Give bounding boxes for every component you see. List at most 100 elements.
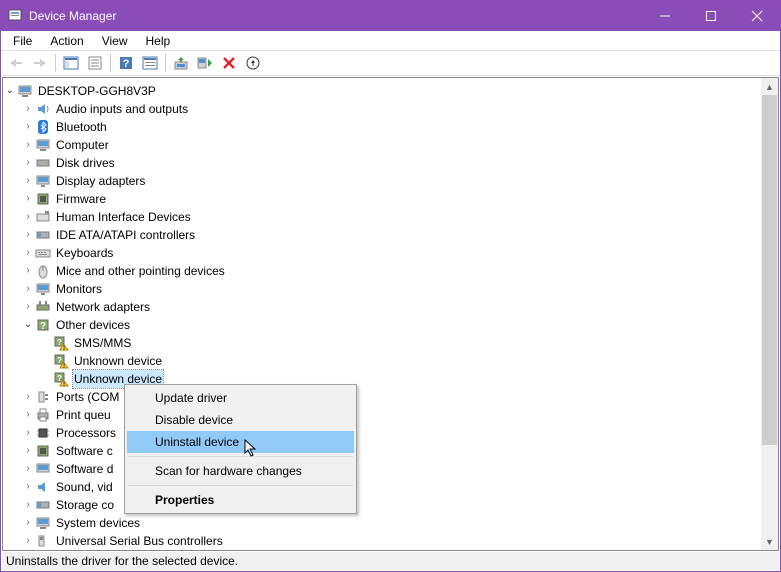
show-hide-button[interactable] xyxy=(60,52,82,74)
tree-item[interactable]: IDE ATA/ATAPI controllers xyxy=(55,226,196,244)
tree-item[interactable]: Print queu xyxy=(55,406,112,424)
computer-icon xyxy=(17,83,33,99)
system-icon xyxy=(35,515,51,531)
svg-text:!: ! xyxy=(63,381,65,387)
minimize-button[interactable] xyxy=(642,1,688,31)
vertical-scrollbar[interactable]: ▲ ▼ xyxy=(761,78,778,550)
action-button[interactable] xyxy=(139,52,161,74)
tree-item[interactable]: Software c xyxy=(55,442,114,460)
tree-item[interactable]: Unknown device xyxy=(73,352,163,370)
tree-item[interactable]: Disk drives xyxy=(55,154,116,172)
context-uninstall-device[interactable]: Uninstall device xyxy=(127,431,354,453)
tree-item[interactable]: Human Interface Devices xyxy=(55,208,192,226)
tree-root[interactable]: DESKTOP-GGH8V3P xyxy=(37,82,157,100)
menu-help[interactable]: Help xyxy=(138,33,179,49)
toolbar: ? xyxy=(1,50,780,76)
software-icon xyxy=(35,443,51,459)
tree-item[interactable]: Audio inputs and outputs xyxy=(55,100,189,118)
storage-icon xyxy=(35,497,51,513)
update-driver-button[interactable] xyxy=(170,52,192,74)
expand-icon[interactable]: › xyxy=(21,136,35,154)
warning-device-icon: ?! xyxy=(53,335,69,351)
other-icon: ? xyxy=(35,317,51,333)
context-disable-device[interactable]: Disable device xyxy=(127,409,354,431)
expand-icon[interactable]: › xyxy=(21,532,35,550)
properties-toolbar-button[interactable] xyxy=(84,52,106,74)
expand-icon[interactable]: › xyxy=(21,172,35,190)
expand-icon[interactable]: › xyxy=(21,190,35,208)
tree-item[interactable]: Keyboards xyxy=(55,244,114,262)
expand-icon[interactable]: › xyxy=(21,478,35,496)
warning-device-icon: ?! xyxy=(53,353,69,369)
expand-icon[interactable]: › xyxy=(21,100,35,118)
maximize-button[interactable] xyxy=(688,1,734,31)
expand-icon[interactable]: › xyxy=(21,406,35,424)
tree-item[interactable]: Storage co xyxy=(55,496,115,514)
expand-icon[interactable]: › xyxy=(21,460,35,478)
usb-icon xyxy=(35,533,51,549)
separator xyxy=(128,456,353,457)
expand-icon[interactable]: › xyxy=(21,514,35,532)
svg-text:?: ? xyxy=(57,338,62,347)
scan-hardware-button[interactable] xyxy=(194,52,216,74)
tree-item[interactable]: Firmware xyxy=(55,190,107,208)
svg-text:?: ? xyxy=(57,374,62,383)
firmware-icon xyxy=(35,191,51,207)
expand-icon[interactable]: › xyxy=(21,424,35,442)
tree-item[interactable]: Computer xyxy=(55,136,110,154)
network-icon xyxy=(35,299,51,315)
menu-file[interactable]: File xyxy=(5,33,40,49)
expand-icon[interactable]: › xyxy=(21,226,35,244)
expand-icon[interactable]: › xyxy=(21,118,35,136)
expand-icon[interactable]: ⌄ xyxy=(3,82,17,100)
expand-icon[interactable]: › xyxy=(21,442,35,460)
tree-item[interactable]: System devices xyxy=(55,514,141,532)
expand-icon[interactable]: › xyxy=(21,388,35,406)
tree-item[interactable]: Software d xyxy=(55,460,114,478)
menu-action[interactable]: Action xyxy=(42,33,91,49)
tree-item[interactable]: Display adapters xyxy=(55,172,146,190)
tree-item[interactable]: Ports (COM xyxy=(55,388,120,406)
tree-item[interactable]: SMS/MMS xyxy=(73,334,132,352)
bluetooth-icon xyxy=(35,119,51,135)
help-button[interactable]: ? xyxy=(115,52,137,74)
scroll-thumb[interactable] xyxy=(762,95,777,445)
scroll-up-icon[interactable]: ▲ xyxy=(761,78,778,95)
separator xyxy=(110,54,111,72)
scroll-down-icon[interactable]: ▼ xyxy=(761,533,778,550)
expand-icon[interactable]: › xyxy=(21,244,35,262)
uninstall-toolbar-button[interactable] xyxy=(218,52,240,74)
menu-bar: File Action View Help xyxy=(1,31,780,50)
context-properties[interactable]: Properties xyxy=(127,489,354,511)
expand-icon[interactable]: › xyxy=(21,280,35,298)
ide-icon xyxy=(35,227,51,243)
computer-icon xyxy=(35,137,51,153)
display-icon xyxy=(35,173,51,189)
tree-item[interactable]: Mice and other pointing devices xyxy=(55,262,226,280)
warning-device-icon: ?! xyxy=(53,371,69,387)
context-update-driver[interactable]: Update driver xyxy=(127,387,354,409)
forward-button[interactable] xyxy=(29,52,51,74)
disable-toolbar-button[interactable] xyxy=(242,52,264,74)
expand-icon[interactable]: ⌄ xyxy=(21,316,35,334)
menu-view[interactable]: View xyxy=(94,33,136,49)
tree-item-other[interactable]: Other devices xyxy=(55,316,131,334)
tree-item[interactable]: Sound, vid xyxy=(55,478,114,496)
expand-icon[interactable]: › xyxy=(21,496,35,514)
context-scan-hardware[interactable]: Scan for hardware changes xyxy=(127,460,354,482)
expand-icon[interactable]: › xyxy=(21,262,35,280)
expand-icon[interactable]: › xyxy=(21,298,35,316)
separator xyxy=(128,485,353,486)
close-button[interactable] xyxy=(734,1,780,31)
tree-item[interactable]: Bluetooth xyxy=(55,118,108,136)
tree-item[interactable]: Processors xyxy=(55,424,117,442)
expand-icon[interactable]: › xyxy=(21,154,35,172)
separator xyxy=(55,54,56,72)
tree-item[interactable]: Universal Serial Bus controllers xyxy=(55,532,224,550)
svg-text:?: ? xyxy=(123,58,130,70)
back-button[interactable] xyxy=(5,52,27,74)
tree-item[interactable]: Monitors xyxy=(55,280,103,298)
tree-item[interactable]: Network adapters xyxy=(55,298,151,316)
expand-icon[interactable]: › xyxy=(21,208,35,226)
keyboard-icon xyxy=(35,245,51,261)
